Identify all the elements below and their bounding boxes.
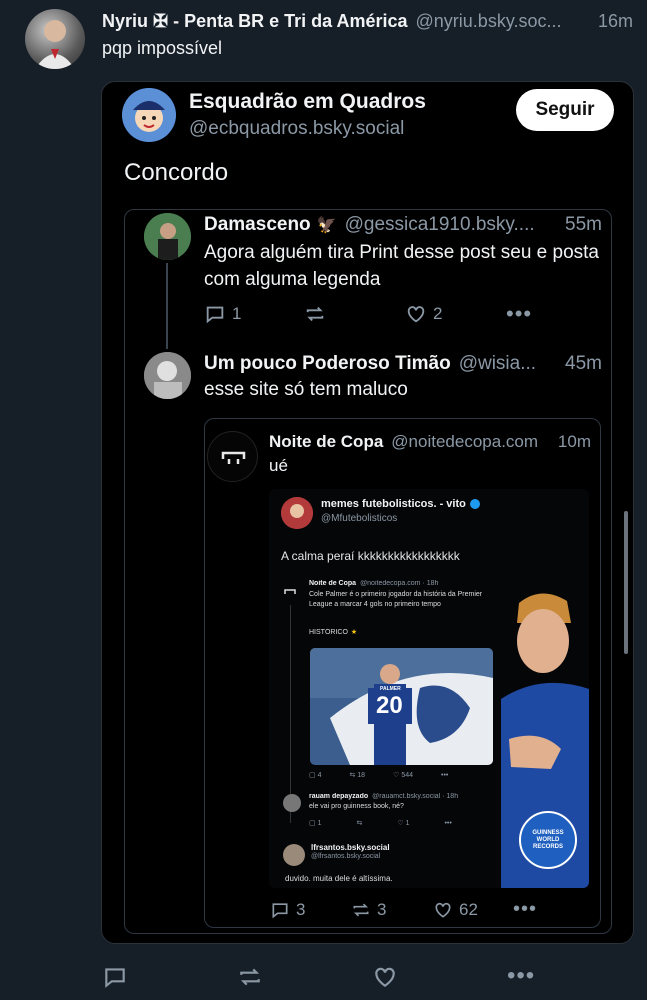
screenshot-author-handle: @ecbquadros.bsky.social: [189, 118, 405, 139]
quote-text: ué: [269, 456, 288, 475]
screenshot-author-name: Esquadrão em Quadros: [189, 90, 426, 113]
reply1-likes: 2: [433, 304, 443, 323]
quote-handle: @noitedecopa.com: [391, 432, 539, 451]
more-icon: •••: [513, 898, 538, 920]
screenshot-post-text: Concordo: [124, 159, 229, 186]
reply1-handle: @gessica1910.bsky....: [344, 214, 535, 235]
reply-text: ele vai pro guinness book, né?: [309, 803, 404, 810]
quote-time: 10m: [552, 432, 591, 452]
nested-tag: HISTÓRICO: [309, 628, 348, 636]
nested-author: Noite de Copa: [309, 580, 357, 587]
reply2-author-name: Um pouco Poderoso Timão: [204, 353, 451, 374]
last-author: lfrsantos.bsky.social: [311, 843, 390, 852]
repost-icon: [351, 900, 371, 920]
author-avatar[interactable]: [25, 9, 85, 69]
reply1-text: Agora alguém tira Print desse post seu e…: [204, 242, 600, 290]
quote-repost-count: 3: [351, 900, 386, 920]
meme-author-handle: @Mfutebolisticos: [321, 513, 398, 524]
nested-stats: ▢ 4 ⇆ 18 ♡ 544 •••: [309, 771, 449, 780]
guinness-badge: GUINNESS WORLD RECORDS: [519, 811, 577, 869]
star-icon: ★: [350, 629, 358, 636]
quote-avatar: [207, 431, 258, 482]
reply1-like-count: 2: [405, 303, 442, 325]
reply1-reply-count: 1: [204, 303, 241, 325]
repost-icon[interactable]: [237, 964, 263, 990]
reply-icon[interactable]: [102, 964, 128, 990]
nested-handle: @noitedecopa.com · 18h: [360, 580, 439, 587]
last-text: duvido. muita dele é altíssima.: [285, 874, 393, 883]
post-text: pqp impossível: [102, 38, 223, 58]
nested-text: Cole Palmer é o primeiro jogador da hist…: [309, 591, 483, 608]
quote-replies: 3: [296, 900, 306, 919]
follow-button: Seguir: [516, 89, 614, 131]
palmer-photo: PALMER 20: [310, 648, 493, 765]
reply-handle: @rauamct.bsky.social · 18h: [372, 793, 459, 800]
quote-likes: 62: [459, 900, 478, 919]
quote-like-count: 62: [433, 900, 478, 920]
verified-icon: [469, 499, 480, 509]
reply-icon: [270, 900, 290, 920]
nested-thread-line: [290, 605, 291, 823]
author-handle[interactable]: @nyriu.bsky.soc...: [416, 11, 562, 32]
quote-author-name: Noite de Copa: [269, 432, 384, 451]
reply2-handle: @wisia...: [458, 353, 537, 374]
quote-reply-count: 3: [270, 900, 305, 920]
scrollbar: [624, 511, 628, 654]
quote-reposts: 3: [377, 900, 387, 919]
rauam-avatar: [283, 794, 301, 812]
reply2-time: 45m: [560, 353, 602, 375]
reply-author: rauam depayzado: [309, 793, 369, 800]
like-icon[interactable]: [372, 964, 398, 990]
thread-line: [166, 263, 168, 349]
repost-icon: [304, 303, 326, 325]
author-name[interactable]: Nyriu ✠ - Penta BR e Tri da América: [102, 11, 408, 32]
reply1-avatar: [144, 213, 191, 260]
nested-logo-icon: [283, 587, 297, 599]
reply1-author-name: Damasceno: [204, 214, 311, 235]
reply1-time: 55m: [560, 214, 602, 236]
more-icon[interactable]: •••: [507, 962, 535, 990]
reply-stats: ▢ 1 ⇆ ♡ 1 •••: [309, 819, 452, 828]
reply1-replies: 1: [232, 304, 242, 323]
reply-icon: [204, 303, 226, 325]
reply2-text: esse site só tem maluco: [204, 379, 408, 400]
meme-author-avatar: [281, 497, 313, 529]
meme-author-name: memes futebolisticos. - vito: [321, 498, 466, 510]
reply1-repost: [304, 303, 326, 325]
last-handle: @lfrsantos.bsky.social: [311, 853, 381, 860]
bird-emoji-icon: 🦅: [316, 217, 337, 234]
meme-text: A calma peraí kkkkkkkkkkkkkkkkk: [281, 549, 460, 563]
reply2-avatar: [144, 352, 191, 399]
like-icon: [433, 900, 453, 920]
meme-image: memes futebolisticos. - vito @Mfutebolis…: [269, 489, 589, 888]
screenshot-author-avatar: [122, 88, 176, 142]
jersey-number: 20: [376, 692, 403, 719]
post-time: 16m: [591, 10, 633, 32]
lfrsantos-avatar: [283, 844, 305, 866]
like-icon: [405, 303, 427, 325]
more-icon: •••: [506, 301, 533, 326]
